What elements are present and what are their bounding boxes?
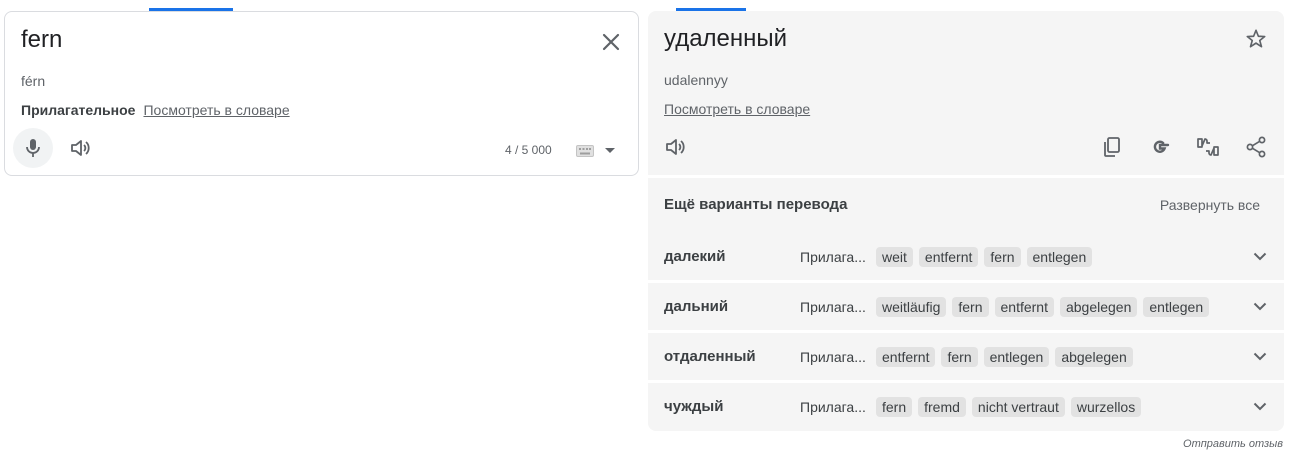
back-translation-chip[interactable]: weitläufig (876, 296, 947, 317)
variant-word: дальний (664, 298, 729, 315)
back-translation-chip[interactable]: fern (941, 346, 978, 367)
rate-translation-button[interactable] (1194, 133, 1222, 161)
variant-pos: Прилага... (800, 248, 866, 265)
close-icon (602, 33, 620, 51)
expand-all-button[interactable]: Развернуть все (1160, 197, 1260, 213)
chevron-down-icon[interactable] (1252, 299, 1268, 315)
source-listen-button[interactable] (67, 134, 95, 162)
source-transliteration: férn (21, 73, 46, 89)
source-pos-line: Прилагательное Посмотреть в словаре (21, 102, 290, 118)
microphone-button[interactable] (13, 128, 53, 168)
character-count: 4 / 5 000 (505, 143, 552, 157)
copy-icon (1102, 136, 1122, 158)
translation-row[interactable]: чуждый Прилага... fern fremd nicht vertr… (648, 380, 1284, 430)
back-translation-chip[interactable]: wurzellos (1070, 396, 1142, 417)
source-text-input[interactable]: fern (21, 26, 62, 54)
variant-word: отдаленный (664, 348, 756, 365)
back-translation-chips: weit entfernt fern entlegen (876, 246, 1232, 267)
star-icon (1245, 28, 1267, 50)
copy-translation-button[interactable] (1098, 133, 1126, 161)
chevron-down-icon[interactable] (1252, 249, 1268, 265)
speaker-icon (665, 137, 687, 157)
variant-pos: Прилага... (800, 298, 866, 315)
back-translation-chip[interactable]: entfernt (876, 346, 936, 367)
back-translation-chip[interactable]: fern (952, 296, 989, 317)
chevron-down-icon[interactable] (1252, 399, 1268, 415)
microphone-icon (23, 137, 43, 159)
keyboard-icon (576, 145, 594, 157)
back-translation-chip[interactable]: entlegen (1026, 246, 1093, 267)
speaker-icon (70, 138, 92, 158)
target-panel: удаленный udalennyy Посмотреть в словаре… (648, 11, 1284, 431)
part-of-speech: Прилагательное (21, 102, 136, 118)
back-translation-chip[interactable]: entlegen (1143, 296, 1210, 317)
back-translation-chips: fern fremd nicht vertraut wurzellos (876, 396, 1232, 417)
back-translation-chip[interactable]: fremd (918, 396, 966, 417)
source-panel: fern férn Прилагательное Посмотреть в сл… (4, 11, 639, 176)
back-translation-chip[interactable]: fern (984, 246, 1021, 267)
target-dictionary-link[interactable]: Посмотреть в словаре (664, 101, 810, 117)
save-translation-button[interactable] (1244, 27, 1268, 51)
back-translation-chip[interactable]: weit (876, 246, 913, 267)
send-feedback-link[interactable]: Отправить отзыв (1183, 438, 1283, 450)
back-translation-chip[interactable]: nicht vertraut (971, 396, 1065, 417)
variant-pos: Прилага... (800, 348, 866, 365)
google-icon (1149, 136, 1171, 158)
source-dictionary-link[interactable]: Посмотреть в словаре (143, 102, 289, 118)
google-search-button[interactable] (1146, 133, 1174, 161)
variant-word: далекий (664, 248, 726, 265)
translation-row[interactable]: дальний Прилага... weitläufig fern entfe… (648, 280, 1284, 330)
keyboard-button[interactable] (575, 144, 595, 158)
more-translations-list: далекий Прилага... weit entfernt fern en… (648, 233, 1284, 430)
rate-icon (1195, 135, 1221, 159)
translation-text: удаленный (664, 25, 788, 52)
back-translation-chip[interactable]: abgelegen (1059, 296, 1138, 317)
translation-row[interactable]: отдаленный Прилага... entfernt fern entl… (648, 330, 1284, 380)
dropdown-icon (605, 148, 615, 154)
back-translation-chip[interactable]: fern (876, 396, 913, 417)
more-translations-title: Ещё варианты перевода (664, 196, 848, 213)
back-translation-chip[interactable]: entfernt (918, 246, 979, 267)
translation-listen-button[interactable] (662, 133, 690, 161)
clear-source-button[interactable] (597, 28, 625, 56)
variant-word: чуждый (664, 398, 724, 415)
chevron-down-icon[interactable] (1252, 349, 1268, 365)
variant-pos: Прилага... (800, 398, 866, 415)
back-translation-chip[interactable]: entfernt (994, 296, 1054, 317)
back-translation-chips: entfernt fern entlegen abgelegen (876, 346, 1232, 367)
translation-row[interactable]: далекий Прилага... weit entfernt fern en… (648, 233, 1284, 280)
translation-transliteration: udalennyy (664, 72, 728, 88)
back-translation-chips: weitläufig fern entfernt abgelegen entle… (876, 296, 1232, 317)
keyboard-options-dropdown[interactable] (603, 144, 617, 158)
back-translation-chip[interactable]: entlegen (983, 346, 1050, 367)
share-icon (1245, 136, 1267, 158)
share-translation-button[interactable] (1242, 133, 1270, 161)
back-translation-chip[interactable]: abgelegen (1055, 346, 1133, 367)
panel-divider (648, 175, 1284, 178)
